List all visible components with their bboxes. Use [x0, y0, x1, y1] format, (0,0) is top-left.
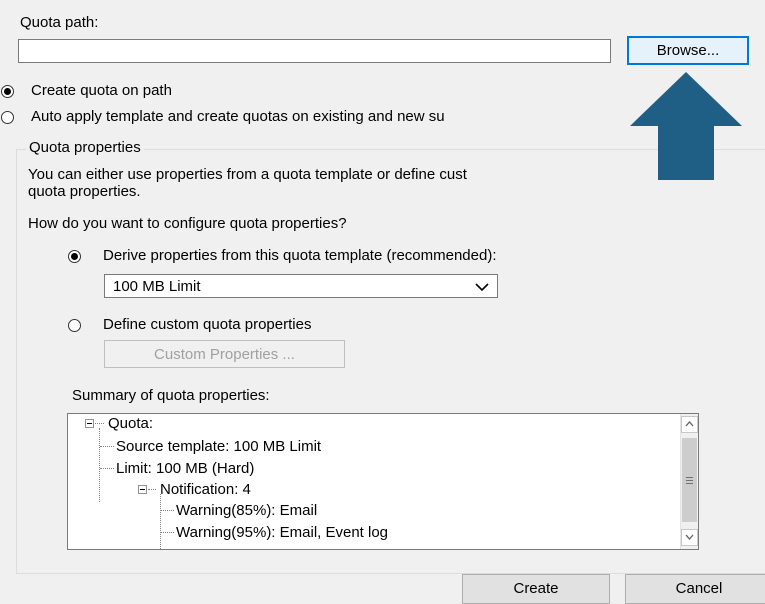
- auto-apply-template-option[interactable]: Auto apply template and create quotas on…: [0, 108, 640, 128]
- properties-description-line1: You can either use properties from a quo…: [28, 166, 467, 183]
- chevron-down-icon: [475, 283, 489, 292]
- scroll-down-icon[interactable]: [681, 529, 698, 546]
- quota-properties-title: Quota properties: [26, 139, 144, 156]
- cancel-button[interactable]: Cancel: [625, 574, 765, 604]
- tree-connector: [148, 489, 156, 490]
- template-selected-value: 100 MB Limit: [113, 278, 201, 295]
- quota-path-label: Quota path:: [20, 14, 99, 31]
- custom-radio[interactable]: [68, 319, 81, 332]
- tree-connector: [100, 446, 114, 447]
- quota-path-input[interactable]: [18, 39, 611, 63]
- tree-quota-root: Quota:: [108, 415, 154, 432]
- tree-connector: [160, 494, 161, 549]
- tree-source-template: Source template: 100 MB Limit: [116, 438, 322, 455]
- up-arrow-annotation-icon: [630, 72, 742, 180]
- derive-from-template-option[interactable]: Derive properties from this quota templa…: [66, 247, 666, 267]
- auto-apply-radio[interactable]: [1, 111, 14, 124]
- create-quota-radio[interactable]: [1, 85, 14, 98]
- summary-scrollbar[interactable]: [680, 414, 698, 549]
- tree-warning-85: Warning(85%): Email: [176, 502, 318, 519]
- configure-question: How do you want to configure quota prope…: [28, 215, 347, 232]
- tree-limit: Limit: 100 MB (Hard): [116, 460, 255, 477]
- auto-apply-label: Auto apply template and create quotas on…: [31, 108, 445, 125]
- template-select[interactable]: 100 MB Limit: [104, 274, 498, 298]
- scroll-thumb[interactable]: [682, 438, 697, 522]
- tree-notification: Notification: 4: [160, 481, 251, 498]
- create-quota-on-path-option[interactable]: Create quota on path: [0, 82, 300, 102]
- custom-properties-button[interactable]: Custom Properties ...: [104, 340, 345, 368]
- tree-warning-95: Warning(95%): Email, Event log: [176, 524, 389, 541]
- summary-label: Summary of quota properties:: [72, 387, 270, 404]
- create-quota-label: Create quota on path: [31, 82, 172, 99]
- scroll-up-icon[interactable]: [681, 416, 698, 433]
- tree-connector: [160, 532, 174, 533]
- properties-description-line2: quota properties.: [28, 183, 141, 200]
- summary-tree[interactable]: Quota: Source template: 100 MB Limit Lim…: [67, 413, 699, 550]
- tree-connector: [99, 428, 100, 502]
- derive-radio[interactable]: [68, 250, 81, 263]
- tree-connector: [160, 510, 174, 511]
- browse-button[interactable]: Browse...: [627, 36, 749, 65]
- tree-connector: [100, 468, 114, 469]
- custom-label: Define custom quota properties: [103, 316, 312, 333]
- collapse-notification-icon[interactable]: [138, 485, 147, 494]
- collapse-quota-icon[interactable]: [85, 419, 94, 428]
- create-button[interactable]: Create: [462, 574, 610, 604]
- define-custom-option[interactable]: Define custom quota properties: [66, 316, 466, 336]
- derive-label: Derive properties from this quota templa…: [103, 247, 497, 264]
